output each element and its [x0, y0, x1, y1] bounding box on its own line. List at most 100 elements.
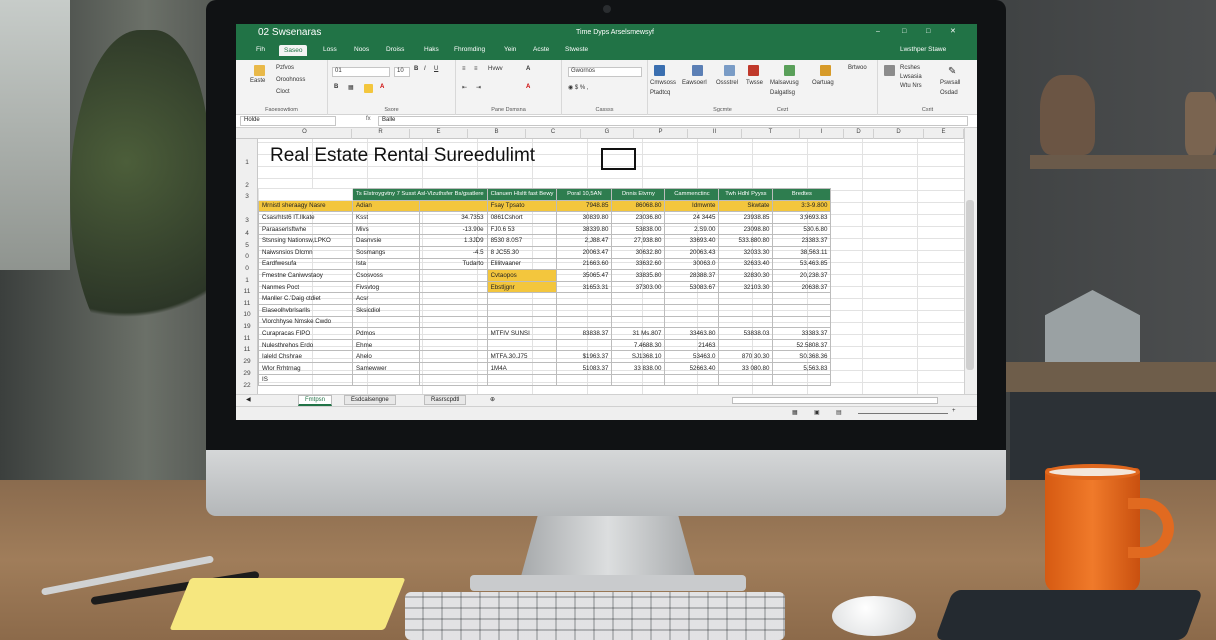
column-header[interactable]: G: [581, 129, 634, 139]
table-cell[interactable]: 3;9693.83: [772, 211, 832, 224]
table-cell[interactable]: 52663.40: [664, 361, 720, 375]
name-box[interactable]: Holde: [240, 116, 336, 126]
font-size-select[interactable]: 10: [394, 67, 410, 77]
table-cell[interactable]: [419, 327, 488, 340]
fx-icon[interactable]: fx: [366, 116, 371, 122]
format-icon[interactable]: [820, 65, 831, 76]
table-cell[interactable]: Vlorchhyse Nmske Cwdo: [258, 315, 353, 329]
table-cell[interactable]: $1963.37: [556, 350, 613, 363]
font-color-icon[interactable]: A: [380, 84, 384, 90]
table-cell[interactable]: [664, 315, 720, 329]
table-cell[interactable]: Sosmangs: [351, 245, 421, 259]
table-cell[interactable]: 2.S9.00: [664, 222, 720, 236]
column-header[interactable]: D: [874, 129, 924, 139]
table-cell[interactable]: Stsnsing Nationsw,LPKO: [258, 234, 353, 247]
table-cell[interactable]: [419, 292, 488, 305]
table-cell[interactable]: 20,238.37: [772, 269, 832, 282]
row-header[interactable]: 2: [236, 182, 258, 189]
table-cell[interactable]: Samewwer: [351, 361, 421, 375]
table-cell[interactable]: Ebstljgnr: [486, 280, 558, 294]
table-cell[interactable]: IS: [258, 373, 353, 387]
sheet-title[interactable]: Real Estate Rental Sureedulimt: [270, 145, 535, 167]
table-cell[interactable]: [486, 338, 558, 352]
table-cell[interactable]: Ialeld Chshrae: [258, 350, 353, 363]
tab-data[interactable]: Fhromding: [454, 46, 485, 53]
column-header[interactable]: R: [352, 129, 410, 139]
table-header-cell[interactable]: [258, 188, 353, 201]
table-header-cell[interactable]: Cammenctinc: [664, 188, 720, 201]
styles-item-1[interactable]: Cmwsoss: [650, 80, 676, 86]
table-cell[interactable]: 33383.37: [772, 327, 832, 340]
row-header[interactable]: 29: [236, 358, 258, 365]
row-header[interactable]: 4: [236, 230, 258, 237]
table-cell[interactable]: [664, 373, 720, 387]
table-cell[interactable]: MTFIV SUNSI: [486, 327, 558, 340]
table-cell[interactable]: 32830.30: [718, 269, 774, 282]
tab-draw[interactable]: Noos: [354, 46, 369, 53]
restore-icon[interactable]: □: [902, 28, 906, 35]
table-cell[interactable]: 27,938.80: [611, 234, 666, 247]
normal-view-icon[interactable]: ▦: [792, 409, 798, 416]
table-cell[interactable]: SJ1368.10: [611, 350, 666, 363]
column-header[interactable]: P: [634, 129, 688, 139]
table-cell[interactable]: 21463: [664, 338, 720, 352]
row-header[interactable]: 11: [236, 288, 258, 295]
table-cell[interactable]: [419, 280, 488, 294]
editing-item-3[interactable]: Wtu Nrs: [900, 83, 922, 89]
table-cell[interactable]: [556, 338, 613, 352]
column-header[interactable]: T: [742, 129, 800, 139]
table-cell[interactable]: 21663.60: [556, 257, 613, 271]
table-cell[interactable]: 530.6.80: [772, 222, 832, 236]
align-center-icon[interactable]: ≡: [474, 66, 478, 72]
formula-input[interactable]: Balle: [378, 116, 968, 126]
table-cell[interactable]: 37303.00: [611, 280, 666, 294]
prev-sheet-icon[interactable]: ◀: [240, 395, 257, 404]
sheet-tab[interactable]: Esdcalsengne: [344, 395, 396, 405]
table-cell[interactable]: Naiwsnsios Dlcmn: [258, 245, 353, 259]
table-cell[interactable]: 8530 8.0S7: [486, 234, 558, 247]
table-cell[interactable]: Ksst: [351, 211, 421, 224]
table-cell[interactable]: Idmwnte: [664, 199, 720, 213]
zoom-in-icon[interactable]: +: [952, 408, 956, 414]
table-cell[interactable]: Nanmes Poct: [258, 280, 353, 294]
row-header[interactable]: 1: [236, 159, 258, 166]
table-cell[interactable]: 5,563.83: [772, 361, 832, 375]
format-painter-button[interactable]: Cloct: [276, 89, 290, 95]
table-cell[interactable]: 32103.30: [718, 280, 774, 294]
italic-icon[interactable]: I: [424, 66, 426, 72]
table-cell[interactable]: 53838.00: [611, 222, 666, 236]
table-cell[interactable]: 31 Ms.807: [611, 327, 666, 340]
table-cell[interactable]: 533.880.80: [718, 234, 774, 247]
table-cell[interactable]: [486, 292, 558, 305]
table-cell[interactable]: 23938.85: [718, 211, 774, 224]
horizontal-scrollbar[interactable]: [732, 397, 938, 404]
cells-item-1[interactable]: Ptadtcq: [650, 90, 670, 96]
border-icon[interactable]: ▦: [348, 84, 354, 91]
table-cell[interactable]: [556, 373, 613, 387]
table-cell[interactable]: [419, 199, 488, 213]
table-cell[interactable]: FJ0.6 53: [486, 222, 558, 236]
table-cell[interactable]: 3:3-9.800: [772, 199, 832, 213]
format-table-icon[interactable]: [692, 65, 703, 76]
cut-button[interactable]: Pzfvos: [276, 65, 294, 71]
row-header[interactable]: 3: [236, 217, 258, 224]
table-cell[interactable]: 7.4688.30: [611, 338, 666, 352]
editing-item-2[interactable]: Lwsasia: [900, 74, 922, 80]
font-name-select[interactable]: 01: [332, 67, 390, 77]
table-cell[interactable]: 28388.37: [664, 269, 720, 282]
paste-icon[interactable]: [254, 65, 265, 76]
table-cell[interactable]: 32633.40: [718, 257, 774, 271]
row-header[interactable]: 5: [236, 242, 258, 249]
underline-icon[interactable]: U: [434, 66, 438, 72]
column-header[interactable]: E: [410, 129, 468, 139]
number-format-select[interactable]: Gwornos: [568, 67, 642, 77]
tab-file[interactable]: Fih: [256, 46, 265, 53]
table-cell[interactable]: 20063.47: [556, 245, 613, 259]
table-cell[interactable]: Adian: [351, 199, 421, 213]
table-cell[interactable]: 33 838.00: [611, 361, 666, 375]
table-cell[interactable]: [419, 269, 488, 282]
selected-cell-box[interactable]: [601, 148, 636, 170]
table-header-cell[interactable]: Dnnis Etvrny: [611, 188, 666, 201]
table-cell[interactable]: Fmestne Caniwvstaoy: [258, 269, 353, 282]
table-cell[interactable]: 1M4A: [486, 361, 558, 375]
